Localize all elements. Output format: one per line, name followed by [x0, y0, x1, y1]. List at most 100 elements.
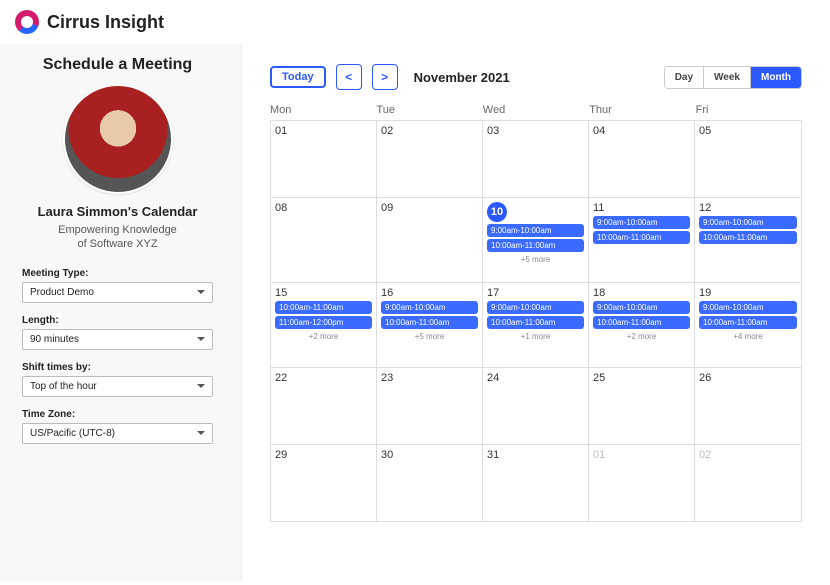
- events-list: 9:00am-10:00am 10:00am-11:00am: [381, 301, 478, 329]
- more-events-link[interactable]: +5 more: [487, 255, 584, 264]
- calendar-grid: 01020304050809109:00am-10:00am10:00am-11…: [270, 120, 802, 522]
- events-list: 9:00am-10:00am 10:00am-11:00am: [593, 216, 690, 244]
- event-chip[interactable]: 9:00am-10:00am: [487, 224, 584, 237]
- calendar-cell[interactable]: 30: [377, 445, 483, 521]
- select-timezone[interactable]: US/Pacific (UTC-8): [22, 423, 213, 444]
- calendar-cell[interactable]: 16 9:00am-10:00am 10:00am-11:00am +5 more: [377, 283, 483, 367]
- event-chip[interactable]: 9:00am-10:00am: [593, 216, 690, 229]
- label-shift: Shift times by:: [22, 362, 213, 373]
- view-day[interactable]: Day: [665, 67, 704, 88]
- calendar-cell[interactable]: 22: [271, 368, 377, 444]
- day-number: 01: [593, 449, 690, 461]
- chevron-down-icon: [197, 431, 205, 435]
- day-number: 26: [699, 372, 797, 384]
- day-number: 02: [699, 449, 797, 461]
- more-events-link[interactable]: +1 more: [487, 332, 584, 341]
- weekday-label: Mon: [270, 104, 376, 120]
- view-week[interactable]: Week: [704, 67, 751, 88]
- event-chip[interactable]: 9:00am-10:00am: [593, 301, 690, 314]
- event-chip[interactable]: 10:00am-11:00am: [699, 316, 797, 329]
- calendar-cell[interactable]: 02: [377, 121, 483, 197]
- day-number: 08: [275, 202, 372, 214]
- day-number: 16: [381, 287, 478, 299]
- day-number: 05: [699, 125, 797, 137]
- calendar-cell[interactable]: 179:00am-10:00am10:00am-11:00am+1 more: [483, 283, 589, 367]
- more-events-link[interactable]: +2 more: [275, 332, 372, 341]
- select-meeting-type[interactable]: Product Demo: [22, 282, 213, 303]
- next-month-button[interactable]: >: [372, 64, 398, 90]
- select-length-value: 90 minutes: [30, 334, 79, 345]
- event-chip[interactable]: 9:00am-10:00am: [487, 301, 584, 314]
- calendar-cell[interactable]: 09: [377, 198, 483, 282]
- event-chip[interactable]: 10:00am-11:00am: [699, 231, 797, 244]
- label-meeting-type: Meeting Type:: [22, 268, 213, 279]
- events-list: 9:00am-10:00am 10:00am-11:00am: [699, 216, 797, 244]
- event-chip[interactable]: 10:00am-11:00am: [275, 301, 372, 314]
- main-layout: Schedule a Meeting Laura Simmon's Calend…: [0, 44, 830, 581]
- event-chip[interactable]: 10:00am-11:00am: [593, 231, 690, 244]
- day-number: 15: [275, 287, 372, 299]
- day-number: 01: [275, 125, 372, 137]
- day-number: 18: [593, 287, 690, 299]
- event-chip[interactable]: 9:00am-10:00am: [699, 216, 797, 229]
- sidebar-panel: Schedule a Meeting Laura Simmon's Calend…: [0, 44, 242, 581]
- calendar-cell[interactable]: 109:00am-10:00am10:00am-11:00am+5 more: [483, 198, 589, 282]
- person-subtitle: Empowering Knowledge of Software XYZ: [22, 223, 213, 252]
- more-events-link[interactable]: +5 more: [381, 332, 478, 341]
- calendar-cell[interactable]: 05: [695, 121, 801, 197]
- day-number: 22: [275, 372, 372, 384]
- prev-month-button[interactable]: <: [336, 64, 362, 90]
- calendar-cell[interactable]: 01: [271, 121, 377, 197]
- avatar: [63, 84, 173, 194]
- event-chip[interactable]: 9:00am-10:00am: [699, 301, 797, 314]
- calendar-cell[interactable]: 26: [695, 368, 801, 444]
- event-chip[interactable]: 9:00am-10:00am: [381, 301, 478, 314]
- weekday-label: Thur: [589, 104, 695, 120]
- event-chip[interactable]: 11:00am-12:00pm: [275, 316, 372, 329]
- weekday-label: Fri: [696, 104, 802, 120]
- calendar-cell[interactable]: 04: [589, 121, 695, 197]
- calendar-week: 01 02 03 04 05: [271, 121, 801, 198]
- calendar-cell[interactable]: 23: [377, 368, 483, 444]
- calendar-cell[interactable]: 01: [589, 445, 695, 521]
- events-list: 9:00am-10:00am 10:00am-11:00am: [699, 301, 797, 329]
- event-chip[interactable]: 10:00am-11:00am: [381, 316, 478, 329]
- day-number: 11: [593, 202, 690, 214]
- today-button[interactable]: Today: [270, 66, 326, 88]
- calendar-week: 22 2324 25 26: [271, 368, 801, 445]
- calendar-cell[interactable]: 24: [483, 368, 589, 444]
- calendar-cell[interactable]: 199:00am-10:00am10:00am-11:00am+4 more: [695, 283, 801, 367]
- day-number: 30: [381, 449, 478, 461]
- calendar-cell[interactable]: 02: [695, 445, 801, 521]
- event-chip[interactable]: 10:00am-11:00am: [487, 316, 584, 329]
- events-list: 9:00am-10:00am 10:00am-11:00am: [593, 301, 690, 329]
- view-switch: Day Week Month: [664, 66, 802, 89]
- label-length: Length:: [22, 315, 213, 326]
- chevron-down-icon: [197, 290, 205, 294]
- select-length[interactable]: 90 minutes: [22, 329, 213, 350]
- calendar-cell[interactable]: 08: [271, 198, 377, 282]
- events-list: 10:00am-11:00am 11:00am-12:00pm: [275, 301, 372, 329]
- calendar-cell[interactable]: 129:00am-10:00am10:00am-11:00am: [695, 198, 801, 282]
- more-events-link[interactable]: +2 more: [593, 332, 690, 341]
- more-events-link[interactable]: +4 more: [699, 332, 797, 341]
- select-shift[interactable]: Top of the hour: [22, 376, 213, 397]
- day-number: 02: [381, 125, 478, 137]
- person-name: Laura Simmon's Calendar: [22, 204, 213, 219]
- calendar-cell[interactable]: 15 10:00am-11:00am 11:00am-12:00pm +2 more: [271, 283, 377, 367]
- event-chip[interactable]: 10:00am-11:00am: [593, 316, 690, 329]
- view-month[interactable]: Month: [751, 67, 801, 88]
- calendar-cell[interactable]: 03: [483, 121, 589, 197]
- day-number: 31: [487, 449, 584, 461]
- day-number: 04: [593, 125, 690, 137]
- select-timezone-value: US/Pacific (UTC-8): [30, 428, 115, 439]
- calendar-week: 29 30 31 01 02: [271, 445, 801, 521]
- calendar-week: 1510:00am-11:00am11:00am-12:00pm+2 more1…: [271, 283, 801, 368]
- calendar-cell[interactable]: 18 9:00am-10:00am 10:00am-11:00am +2 more: [589, 283, 695, 367]
- event-chip[interactable]: 10:00am-11:00am: [487, 239, 584, 252]
- calendar-cell[interactable]: 31: [483, 445, 589, 521]
- calendar-cell[interactable]: 25: [589, 368, 695, 444]
- calendar-cell[interactable]: 11 9:00am-10:00am 10:00am-11:00am: [589, 198, 695, 282]
- day-number: 25: [593, 372, 690, 384]
- calendar-cell[interactable]: 29: [271, 445, 377, 521]
